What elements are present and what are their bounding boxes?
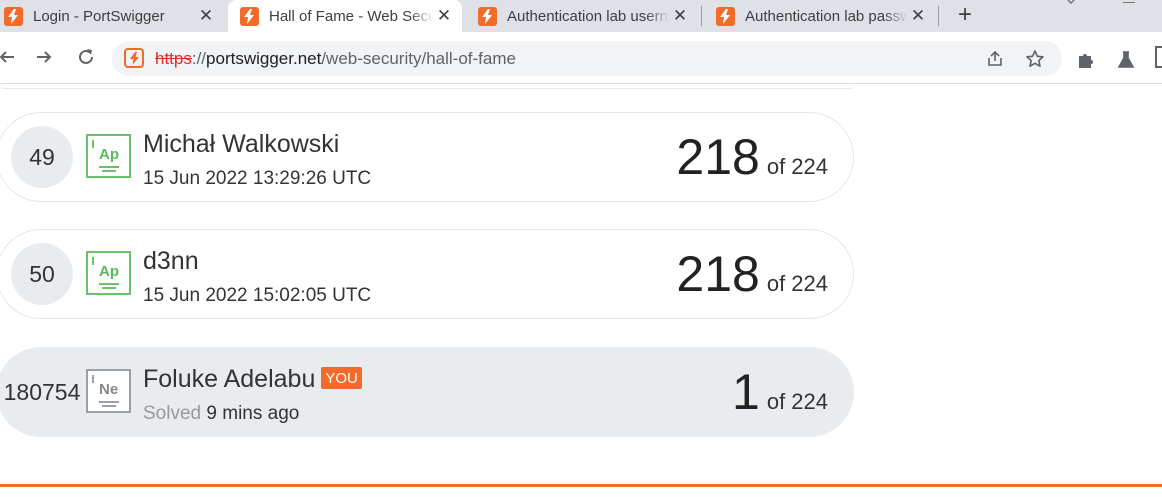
user-name: Michał Walkowski <box>143 130 340 158</box>
portswigger-logo-icon <box>478 6 497 26</box>
score: 1 of 224 <box>732 363 828 421</box>
leaderboard-row: 50 Ap d3nn 15 Jun 2022 15:02:05 UTC 218 … <box>0 229 854 319</box>
solved-count: 218 <box>676 129 760 185</box>
level-badge: Ap <box>86 251 131 295</box>
url-host: portswigger.net <box>206 49 322 68</box>
solved-ago: 9 mins ago <box>206 403 300 424</box>
portswigger-logo-icon <box>124 48 144 68</box>
url-scheme: https <box>155 49 192 68</box>
current-user-row: 180754 Ne Foluke Adelabu YOU Solved 9 min… <box>0 347 854 437</box>
url-text[interactable]: https://portswigger.net/web-security/hal… <box>155 49 516 69</box>
share-icon[interactable] <box>985 49 1005 69</box>
score: 218 of 224 <box>676 245 828 303</box>
star-icon[interactable] <box>1025 49 1045 69</box>
footer-divider <box>0 484 1162 487</box>
close-icon[interactable]: ✕ <box>670 6 690 26</box>
user-name-line: Foluke Adelabu YOU <box>143 365 362 394</box>
tab-auth-passwords[interactable]: Authentication lab passwords ✕ <box>704 0 936 32</box>
tab-strip: Login - PortSwigger ✕ Hall of Fame - Web… <box>0 0 1162 32</box>
badge-label: Ap <box>99 263 119 280</box>
tab-title: Login - PortSwigger <box>33 7 165 25</box>
labs-flask-icon[interactable] <box>1116 50 1136 70</box>
badge-label: Ap <box>99 146 119 163</box>
close-icon[interactable]: ✕ <box>434 6 454 26</box>
portswigger-logo-icon <box>240 6 259 26</box>
url-separator: :// <box>191 49 207 68</box>
solved-date: 15 Jun 2022 15:02:05 UTC <box>143 285 372 306</box>
solved-time: Solved 9 mins ago <box>143 403 299 425</box>
user-name: Foluke Adelabu <box>143 365 316 393</box>
portswigger-logo-icon <box>4 6 23 26</box>
you-badge: YOU <box>321 367 362 389</box>
badge-label: Ne <box>99 381 119 398</box>
leaderboard-row: 49 Ap Michał Walkowski 15 Jun 2022 13:29… <box>0 112 854 202</box>
back-arrow-icon <box>0 51 14 63</box>
score: 218 of 224 <box>676 128 828 186</box>
hall-of-fame-page: 49 Ap Michał Walkowski 15 Jun 2022 13:29… <box>0 85 1162 497</box>
tab-login[interactable]: Login - PortSwigger ✕ <box>0 0 224 32</box>
address-bar[interactable]: https://portswigger.net/web-security/hal… <box>112 41 1062 76</box>
solved-count: 1 <box>732 364 760 420</box>
url-path: /web-security/hall-of-fame <box>321 49 516 68</box>
side-panel-icon[interactable] <box>1155 46 1162 68</box>
tab-title: Hall of Fame - Web Security Academy <box>269 7 434 25</box>
tab-separator <box>701 6 702 26</box>
forward-arrow-icon <box>37 51 52 63</box>
total-count: of 224 <box>766 389 828 414</box>
tab-title: Authentication lab usernames <box>507 7 670 25</box>
rank-number: 49 <box>11 126 73 188</box>
tab-title: Authentication lab passwords <box>745 7 908 25</box>
previous-row-edge <box>0 85 855 89</box>
solved-count: 218 <box>676 246 760 302</box>
level-badge: Ne <box>86 369 131 413</box>
close-icon[interactable]: ✕ <box>196 6 216 26</box>
browser-toolbar: https://portswigger.net/web-security/hal… <box>0 32 1162 84</box>
solved-date: 15 Jun 2022 13:29:26 UTC <box>143 168 372 189</box>
tab-hall-of-fame[interactable]: Hall of Fame - Web Security Academy ✕ <box>228 0 462 32</box>
solved-label: Solved <box>143 403 202 424</box>
minimize-icon[interactable] <box>1123 2 1135 3</box>
close-icon[interactable]: ✕ <box>908 6 928 26</box>
tab-separator <box>938 6 939 26</box>
forward-button[interactable] <box>29 42 59 72</box>
reload-button[interactable] <box>71 42 101 72</box>
portswigger-logo-icon <box>716 6 735 26</box>
extensions-puzzle-icon[interactable] <box>1076 50 1096 70</box>
rank-number: 180754 <box>3 378 81 405</box>
chevron-down-icon[interactable] <box>1064 0 1078 8</box>
tab-auth-usernames[interactable]: Authentication lab usernames ✕ <box>466 0 698 32</box>
level-badge: Ap <box>86 134 131 178</box>
user-name: d3nn <box>143 247 199 275</box>
new-tab-button[interactable]: + <box>952 2 978 28</box>
back-button[interactable] <box>0 42 22 72</box>
rank-number: 50 <box>11 243 73 305</box>
total-count: of 224 <box>766 154 828 179</box>
reload-icon <box>79 49 93 64</box>
total-count: of 224 <box>766 271 828 296</box>
